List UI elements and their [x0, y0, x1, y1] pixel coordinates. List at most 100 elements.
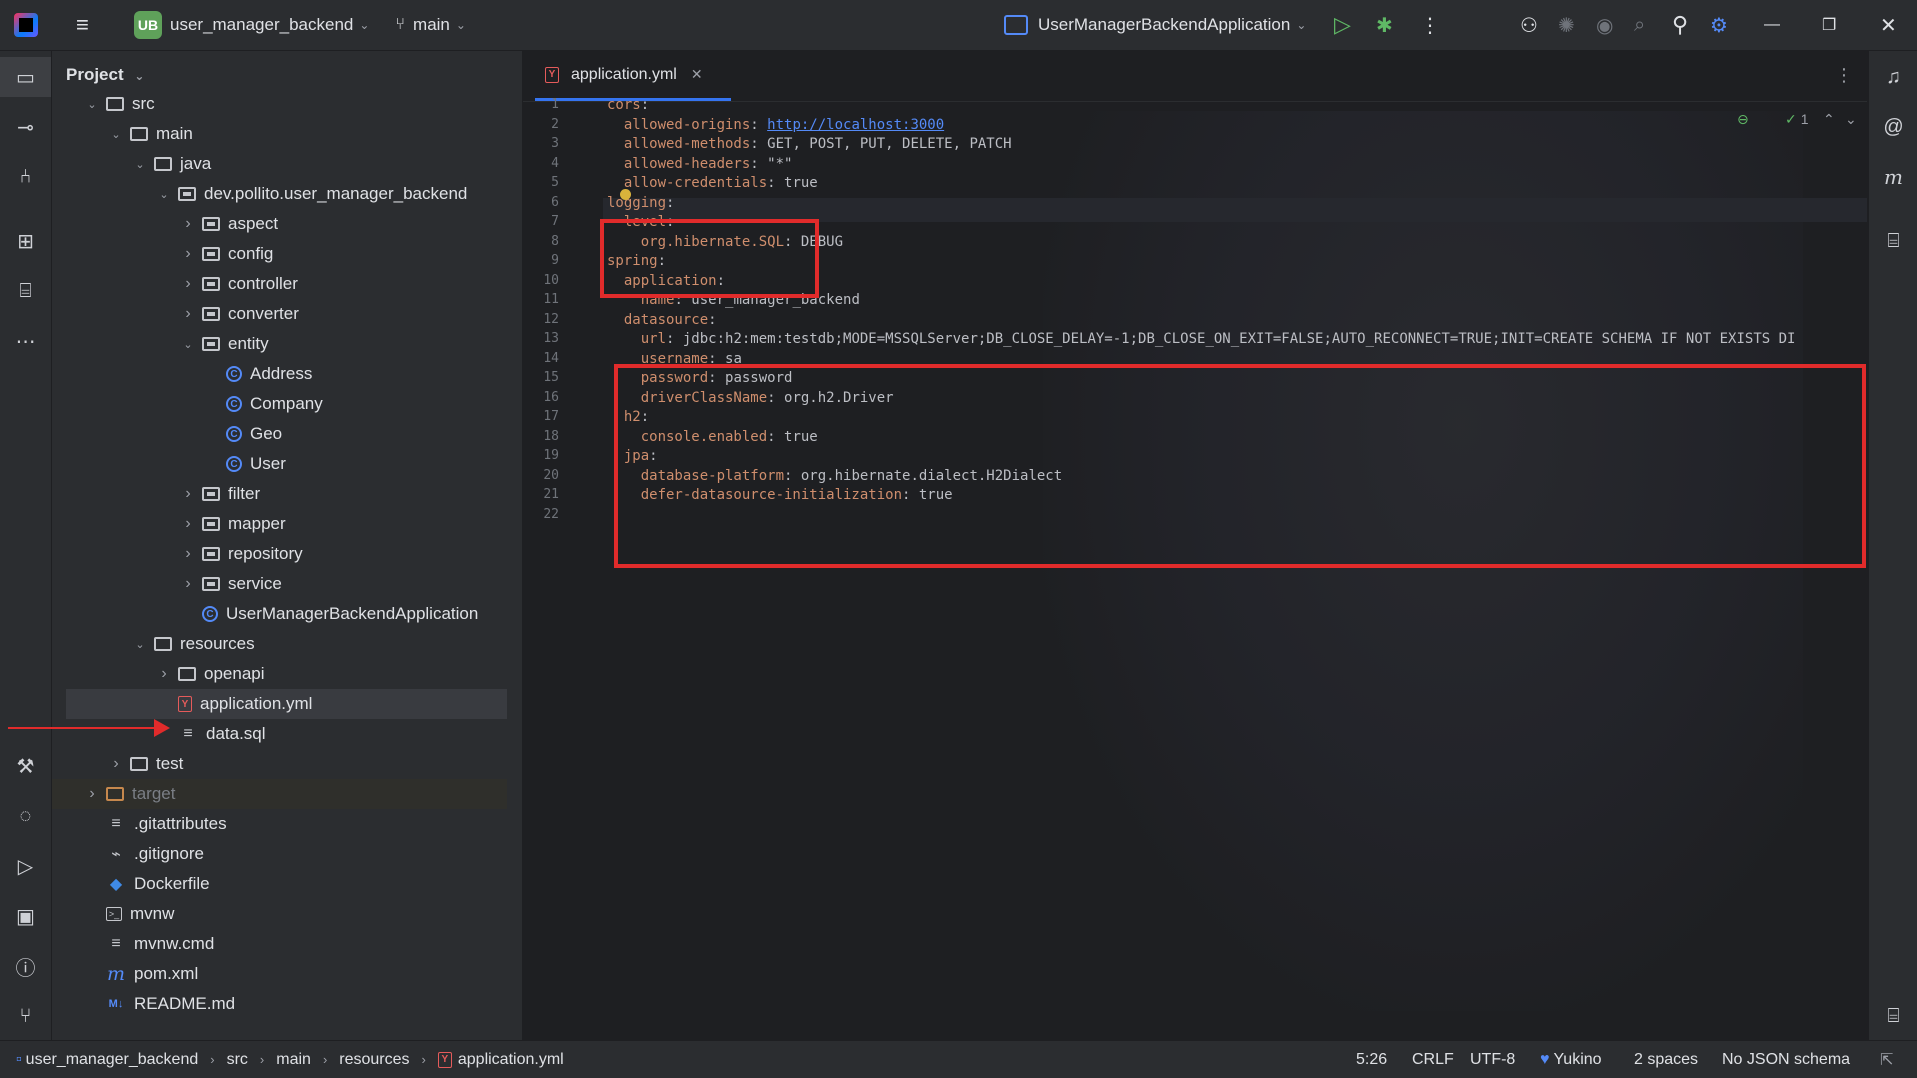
restore-icon[interactable]: ❐ — [1822, 0, 1836, 50]
notifications-bell-icon[interactable]: ♫ — [1869, 57, 1917, 97]
chevron-down-icon[interactable]: ⌄ — [180, 338, 196, 351]
tree-item-mapper[interactable]: › mapper — [52, 509, 507, 539]
tree-item-mvnw[interactable]: >_ mvnw — [52, 899, 507, 929]
close-tab-icon[interactable]: ✕ — [691, 66, 703, 83]
tree-item-geo[interactable]: C Geo — [52, 419, 507, 449]
tree-item-config[interactable]: › config — [52, 239, 507, 269]
tree-item-gitignore[interactable]: ⌁ .gitignore — [52, 839, 507, 869]
chevron-right-icon[interactable]: › — [180, 575, 196, 593]
chevron-down-icon[interactable]: ⌄ — [132, 638, 148, 651]
chevron-right-icon[interactable]: › — [180, 275, 196, 293]
breadcrumb-item[interactable]: user_manager_backend — [26, 1051, 199, 1069]
minimize-icon[interactable]: — — [1764, 0, 1780, 50]
tree-item-main[interactable]: ⌄ main — [52, 119, 507, 149]
close-window-icon[interactable]: ✕ — [1880, 0, 1897, 50]
tree-item-readme-md[interactable]: M↓ README.md — [52, 989, 507, 1019]
tree-item-target[interactable]: › target — [52, 779, 507, 809]
tree-item-converter[interactable]: › converter — [52, 299, 507, 329]
run-configuration-selector[interactable]: UserManagerBackendApplication ⌄ — [1004, 0, 1306, 50]
tree-item-service[interactable]: › service — [52, 569, 507, 599]
breadcrumb-item[interactable]: main — [276, 1051, 311, 1069]
tree-item-mvnw-cmd[interactable]: ≡ mvnw.cmd — [52, 929, 507, 959]
search-everywhere-alt-icon[interactable]: ⌕ — [1634, 0, 1645, 50]
http-client-api-icon[interactable]: ⌸ — [1869, 996, 1917, 1036]
tree-item-dev-pollito-user-manager-backend[interactable]: ⌄ dev.pollito.user_manager_backend — [52, 179, 507, 209]
services-icon[interactable]: ▷ — [0, 846, 51, 886]
profiler-icon[interactable]: ◌ — [0, 796, 51, 836]
problems-icon[interactable]: ⓘ — [0, 946, 51, 986]
line-separator[interactable]: CRLF — [1412, 1041, 1454, 1078]
chevron-right-icon[interactable]: › — [180, 215, 196, 233]
intellij-logo-icon[interactable] — [14, 13, 38, 37]
url-link[interactable]: http://localhost:3000 — [767, 117, 944, 133]
tab-options-icon[interactable]: ⋮ — [1835, 65, 1853, 86]
chevron-right-icon[interactable]: › — [156, 665, 172, 683]
tree-item-dockerfile[interactable]: ◆ Dockerfile — [52, 869, 507, 899]
debug-icon[interactable]: ✱ — [1376, 0, 1393, 50]
chevron-right-icon[interactable]: › — [180, 485, 196, 503]
add-user-icon[interactable]: ⚇ — [1520, 0, 1538, 50]
tree-item-entity[interactable]: ⌄ entity — [52, 329, 507, 359]
tree-item-pom-xml[interactable]: m pom.xml — [52, 959, 507, 989]
chevron-right-icon[interactable]: › — [180, 545, 196, 563]
chevron-right-icon[interactable]: › — [180, 305, 196, 323]
chevron-right-icon[interactable]: › — [84, 785, 100, 803]
tree-item-address[interactable]: C Address — [52, 359, 507, 389]
breadcrumb-item[interactable]: src — [227, 1051, 248, 1069]
ai-assistant-icon[interactable]: ✺ — [1558, 0, 1575, 50]
terminal-icon[interactable]: ▣ — [0, 896, 51, 936]
chevron-down-icon[interactable]: ⌄ — [84, 98, 100, 111]
chevron-down-icon[interactable]: ⌄ — [108, 128, 124, 141]
tree-item-company[interactable]: C Company — [52, 389, 507, 419]
breadcrumb-item[interactable]: application.yml — [458, 1051, 564, 1069]
caret-position[interactable]: 5:26 — [1356, 1041, 1387, 1078]
tree-item-aspect[interactable]: › aspect — [52, 209, 507, 239]
lock-icon[interactable]: ⇱ — [1880, 1041, 1893, 1078]
chevron-down-icon[interactable]: ⌄ — [156, 188, 172, 201]
main-menu-icon[interactable]: ≡ — [76, 0, 98, 50]
chevron-down-icon[interactable]: ⌄ — [132, 158, 148, 171]
tree-item-controller[interactable]: › controller — [52, 269, 507, 299]
run-icon[interactable]: ▷ — [1334, 0, 1351, 50]
tree-item-openapi[interactable]: › openapi — [52, 659, 507, 689]
tree-item-filter[interactable]: › filter — [52, 479, 507, 509]
theme-selector[interactable]: ♥ Yukino — [1540, 1041, 1602, 1078]
more-tools-icon[interactable]: ⋯ — [0, 321, 51, 361]
search-icon[interactable]: ⚲ — [1672, 0, 1688, 50]
project-tool-folder-icon[interactable]: ▭ — [0, 57, 51, 97]
tree-item-java[interactable]: ⌄ java — [52, 149, 507, 179]
maven-icon[interactable]: m — [1869, 157, 1917, 197]
breadcrumb-item[interactable]: resources — [339, 1051, 409, 1069]
tree-item-data-sql[interactable]: ≡ data.sql — [52, 719, 507, 749]
project-selector[interactable]: UB user_manager_backend ⌄ — [98, 0, 369, 50]
indent-setting[interactable]: 2 spaces — [1634, 1041, 1698, 1078]
commit-icon[interactable]: ⊸ — [0, 107, 51, 147]
tree-item-repository[interactable]: › repository — [52, 539, 507, 569]
next-highlight-icon[interactable]: ⌄ — [1845, 111, 1857, 128]
structure-icon[interactable]: ⊞ — [0, 221, 51, 261]
intention-bulb-icon[interactable] — [620, 189, 631, 200]
build-hammer-icon[interactable]: ⚒ — [0, 746, 51, 786]
branch-selector[interactable]: ⑂ main ⌄ — [369, 0, 466, 50]
no-problems-icon[interactable]: ⊖ — [1737, 111, 1749, 128]
inspection-check-icon[interactable]: ✓ 1 — [1785, 111, 1809, 128]
line-number[interactable]: 22 — [523, 503, 559, 527]
previous-highlight-icon[interactable]: ⌃ — [1823, 111, 1835, 128]
more-actions-icon[interactable]: ⋮ — [1420, 0, 1440, 50]
tree-item-usermanagerbackendapplication[interactable]: C UserManagerBackendApplication — [52, 599, 507, 629]
chevron-right-icon[interactable]: › — [180, 245, 196, 263]
tree-item-gitattributes[interactable]: ≡ .gitattributes — [52, 809, 507, 839]
ai-chat-icon[interactable]: @ — [1869, 107, 1917, 147]
file-encoding[interactable]: UTF-8 — [1470, 1041, 1515, 1078]
git-icon[interactable]: ⑂ — [0, 996, 51, 1036]
json-schema-selector[interactable]: No JSON schema — [1722, 1041, 1850, 1078]
endpoints-api-icon[interactable]: ⌸ — [1869, 221, 1917, 261]
tree-item-resources[interactable]: ⌄ resources — [52, 629, 507, 659]
api-icon[interactable]: ⌸ — [0, 271, 51, 311]
pull-requests-icon[interactable]: ⑃ — [0, 157, 51, 197]
project-view-selector[interactable]: Project ⌄ — [66, 65, 144, 85]
tree-item-src[interactable]: ⌄ src — [52, 89, 507, 119]
tree-item-test[interactable]: › test — [52, 749, 507, 779]
code-with-me-icon[interactable]: ◉ — [1596, 0, 1613, 50]
chevron-right-icon[interactable]: › — [180, 515, 196, 533]
